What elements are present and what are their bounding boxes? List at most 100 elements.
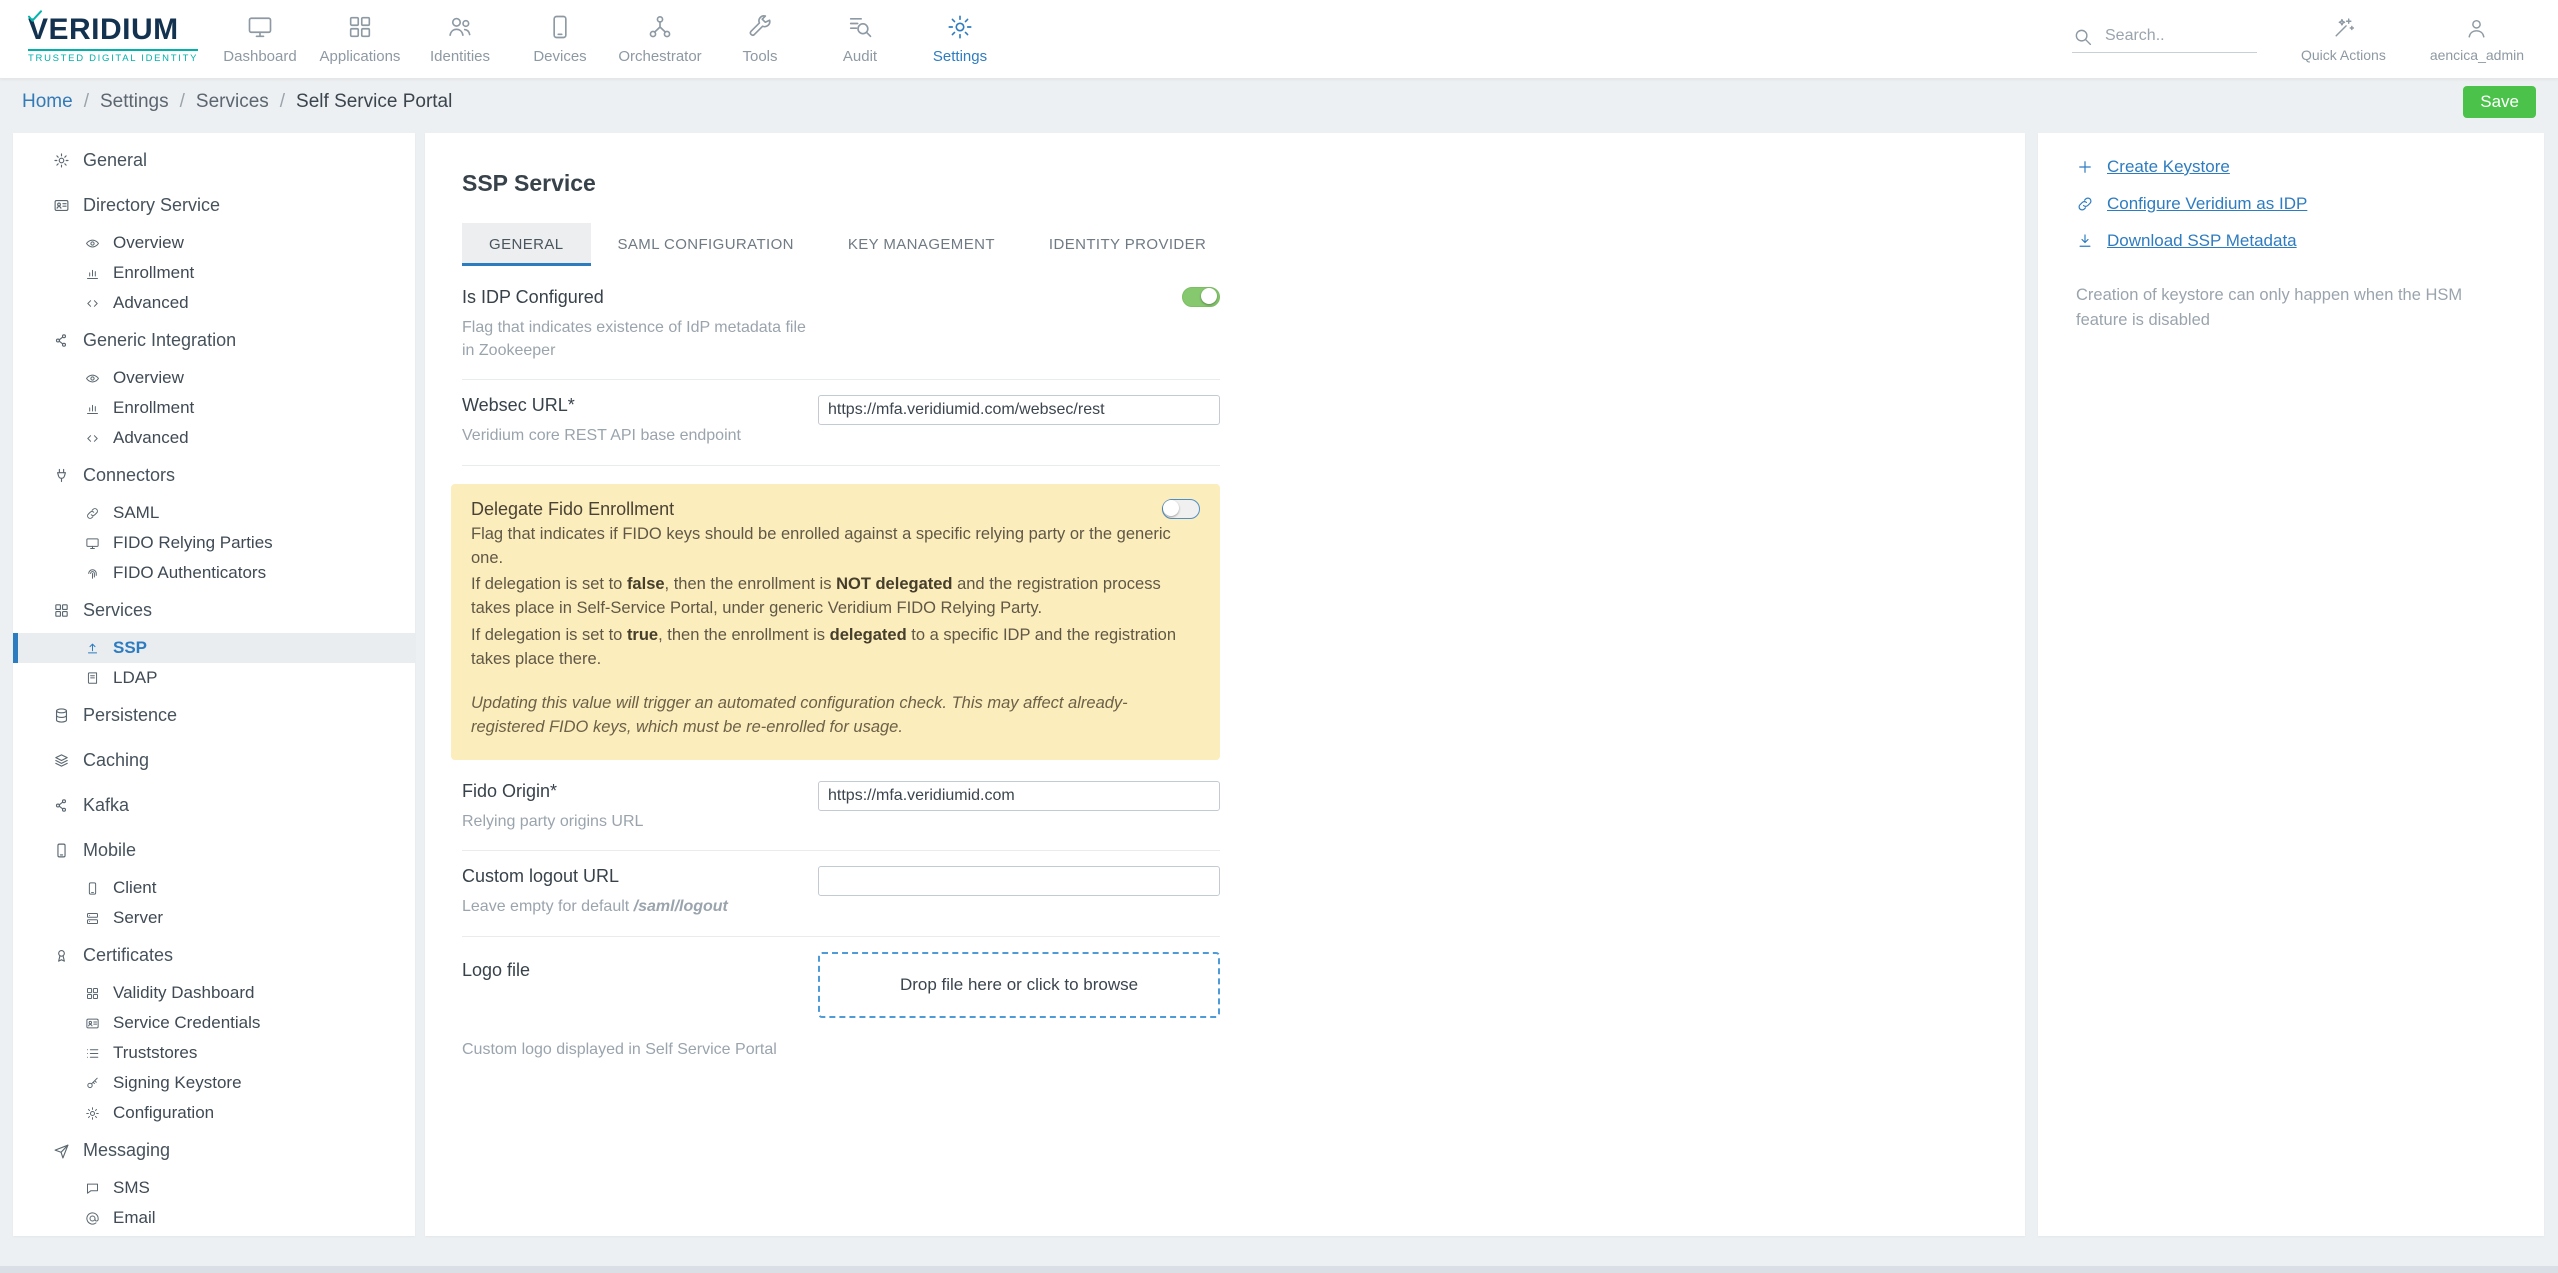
window-bottom-edge xyxy=(0,1266,2558,1273)
monitor-icon xyxy=(246,13,274,41)
breadcrumb-separator: / xyxy=(84,91,89,113)
audit-icon xyxy=(846,13,874,41)
delegate-fido-enrollment-box: Delegate Fido Enrollment Flag that indic… xyxy=(451,484,1220,760)
brand-name: VERIDIUM xyxy=(28,13,179,46)
database-icon xyxy=(53,707,70,724)
sidebar-item-saml[interactable]: SAML xyxy=(13,498,415,528)
tab-general[interactable]: GENERAL xyxy=(462,223,591,266)
link-icon xyxy=(85,506,100,521)
sidebar-item-mobile-server[interactable]: Server xyxy=(13,903,415,933)
user-menu[interactable]: aencica_admin xyxy=(2430,16,2524,63)
logo-file-desc: Custom logo displayed in Self Service Po… xyxy=(462,1041,1220,1059)
sidebar-item-sms[interactable]: SMS xyxy=(13,1173,415,1203)
field-row-fido-origin: Fido Origin* Relying party origins URL xyxy=(462,766,1220,851)
sidebar-item-mobile-client[interactable]: Client xyxy=(13,873,415,903)
sidebar-item-fido-relying-parties[interactable]: FIDO Relying Parties xyxy=(13,528,415,558)
search-icon xyxy=(2072,26,2093,47)
top-navbar: VERIDIUM TRUSTED DIGITAL IDENTITY Dashbo… xyxy=(0,0,2558,79)
logo-file-dropzone[interactable]: Drop file here or click to browse xyxy=(818,952,1220,1018)
fido-origin-label: Fido Origin* xyxy=(462,781,806,802)
websec-url-input[interactable] xyxy=(818,395,1220,425)
sidebar-item-email[interactable]: Email xyxy=(13,1203,415,1233)
breadcrumb-settings[interactable]: Settings xyxy=(100,91,169,113)
nav-item-orchestrator[interactable]: Orchestrator xyxy=(610,0,710,78)
sidebar-item-directory-overview[interactable]: Overview xyxy=(13,228,415,258)
chat-icon xyxy=(85,1181,100,1196)
tab-key-management[interactable]: KEY MANAGEMENT xyxy=(821,223,1022,266)
breadcrumb-home[interactable]: Home xyxy=(22,91,73,113)
flow-icon xyxy=(646,13,674,41)
username: aencica_admin xyxy=(2430,47,2524,63)
quick-actions-button[interactable]: Quick Actions xyxy=(2301,16,2386,63)
sidebar-item-validity-dashboard[interactable]: Validity Dashboard xyxy=(13,978,415,1008)
field-row-logo-file: Logo file Drop file here or click to bro… xyxy=(462,937,1220,1035)
settings-sidebar: General Directory Service Overview Enrol… xyxy=(13,133,415,1236)
sidebar-item-messaging[interactable]: Messaging xyxy=(13,1128,415,1173)
breadcrumb-services[interactable]: Services xyxy=(196,91,269,113)
sidebar-item-generic-advanced[interactable]: Advanced xyxy=(13,423,415,453)
page-title: SSP Service xyxy=(462,170,1988,197)
sidebar-item-directory-advanced[interactable]: Advanced xyxy=(13,288,415,318)
sidebar-item-caching[interactable]: Caching xyxy=(13,738,415,783)
sidebar-item-ldap[interactable]: LDAP xyxy=(13,663,415,693)
nav-item-applications[interactable]: Applications xyxy=(310,0,410,78)
sidebar-item-generic-integration[interactable]: Generic Integration xyxy=(13,318,415,363)
primary-nav: Dashboard Applications Identities Device… xyxy=(210,0,1010,78)
sidebar-item-services[interactable]: Services xyxy=(13,588,415,633)
nav-item-audit[interactable]: Audit xyxy=(810,0,910,78)
keystore-hsm-note: Creation of keystore can only happen whe… xyxy=(2076,283,2468,333)
book-icon xyxy=(85,671,100,686)
fido-origin-input[interactable] xyxy=(818,781,1220,811)
list-icon xyxy=(85,1046,100,1061)
sidebar-item-connectors[interactable]: Connectors xyxy=(13,453,415,498)
nav-item-tools[interactable]: Tools xyxy=(710,0,810,78)
brand-check-icon xyxy=(25,10,45,26)
idp-configured-toggle[interactable] xyxy=(1182,287,1220,307)
custom-logout-url-input[interactable] xyxy=(818,866,1220,896)
sidebar-item-fido-authenticators[interactable]: FIDO Authenticators xyxy=(13,558,415,588)
nav-item-identities[interactable]: Identities xyxy=(410,0,510,78)
sidebar-item-service-credentials[interactable]: Service Credentials xyxy=(13,1008,415,1038)
code-icon xyxy=(85,296,100,311)
sidebar-item-persistence[interactable]: Persistence xyxy=(13,693,415,738)
field-row-websec-url: Websec URL* Veridium core REST API base … xyxy=(462,380,1220,465)
sidebar-item-directory-enrollment[interactable]: Enrollment xyxy=(13,258,415,288)
save-button[interactable]: Save xyxy=(2463,86,2536,118)
sidebar-item-configuration[interactable]: Configuration xyxy=(13,1098,415,1128)
breadcrumb-current: Self Service Portal xyxy=(296,91,452,113)
ssp-actions-panel: Create Keystore Configure Veridium as ID… xyxy=(2038,133,2544,1236)
nav-item-devices[interactable]: Devices xyxy=(510,0,610,78)
delegate-fido-toggle[interactable] xyxy=(1162,499,1200,519)
sidebar-item-generic-overview[interactable]: Overview xyxy=(13,363,415,393)
sidebar-item-generic-enrollment[interactable]: Enrollment xyxy=(13,393,415,423)
nav-item-settings[interactable]: Settings xyxy=(910,0,1010,78)
idp-configured-desc: Flag that indicates existence of IdP met… xyxy=(462,317,806,362)
delegate-fido-desc-line: Flag that indicates if FIDO keys should … xyxy=(471,523,1200,571)
sidebar-item-signing-keystore[interactable]: Signing Keystore xyxy=(13,1068,415,1098)
fido-origin-desc: Relying party origins URL xyxy=(462,811,806,833)
plug-icon xyxy=(53,467,70,484)
configure-veridium-as-idp-link[interactable]: Configure Veridium as IDP xyxy=(2076,194,2506,214)
sidebar-item-mobile[interactable]: Mobile xyxy=(13,828,415,873)
create-keystore-link[interactable]: Create Keystore xyxy=(2076,157,2506,177)
brand-tagline: TRUSTED DIGITAL IDENTITY xyxy=(28,49,198,64)
at-icon xyxy=(85,1211,100,1226)
share-icon xyxy=(53,332,70,349)
sidebar-item-truststores[interactable]: Truststores xyxy=(13,1038,415,1068)
veridium-logo[interactable]: VERIDIUM TRUSTED DIGITAL IDENTITY xyxy=(28,15,196,64)
sidebar-item-general[interactable]: General xyxy=(13,138,415,183)
sidebar-item-directory-service[interactable]: Directory Service xyxy=(13,183,415,228)
nav-item-dashboard[interactable]: Dashboard xyxy=(210,0,310,78)
sidebar-item-certificates[interactable]: Certificates xyxy=(13,933,415,978)
search-input[interactable] xyxy=(2103,26,2257,46)
sidebar-item-ssp[interactable]: SSP xyxy=(13,633,415,663)
sidebar-item-kafka[interactable]: Kafka xyxy=(13,783,415,828)
fingerprint-icon xyxy=(85,566,100,581)
code-icon xyxy=(85,431,100,446)
key-icon xyxy=(85,1076,100,1091)
download-ssp-metadata-link[interactable]: Download SSP Metadata xyxy=(2076,231,2506,251)
chart-icon xyxy=(85,266,100,281)
tab-identity-provider[interactable]: IDENTITY PROVIDER xyxy=(1022,223,1233,266)
server-icon xyxy=(85,911,100,926)
tab-saml-configuration[interactable]: SAML CONFIGURATION xyxy=(591,223,821,266)
